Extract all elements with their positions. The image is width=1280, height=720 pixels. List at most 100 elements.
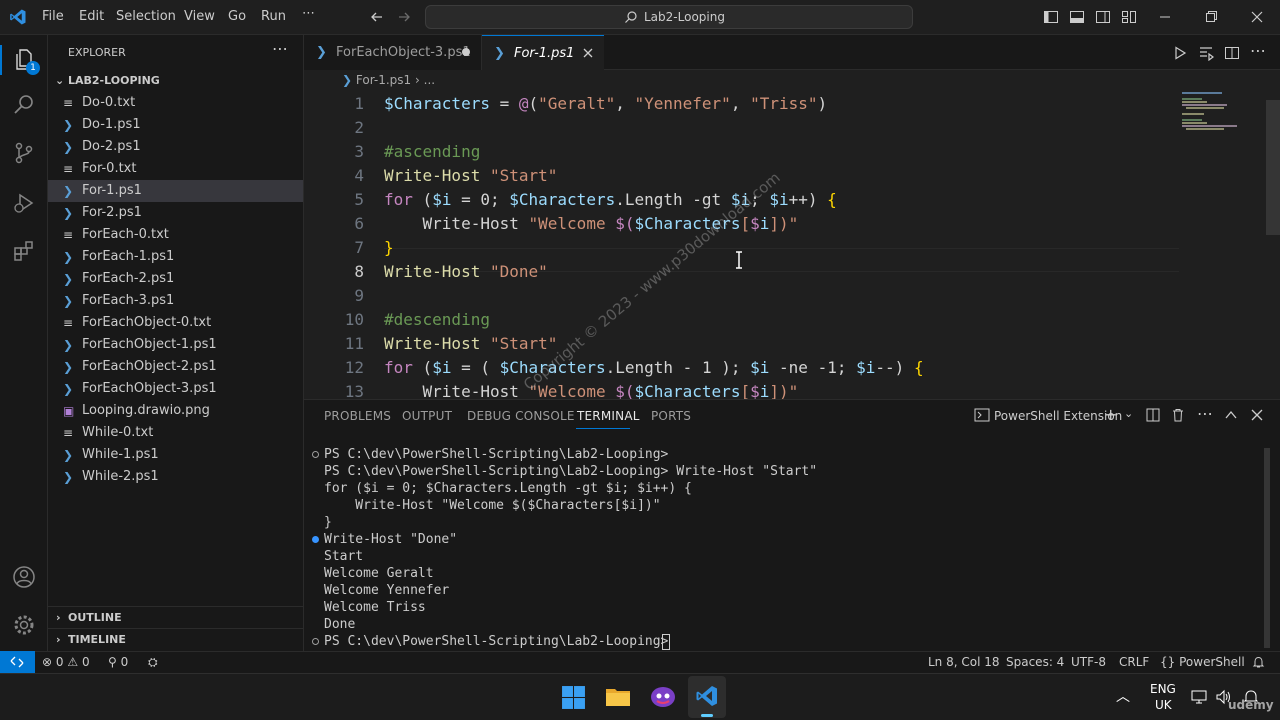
run-debug-icon[interactable] (12, 191, 36, 215)
code-line[interactable]: 3 #ascending (304, 140, 1184, 164)
chevron-down-icon[interactable]: ⌄ (1124, 407, 1133, 420)
menu-file[interactable]: File (42, 9, 64, 24)
file-item[interactable]: ≡ Do-0.txt (48, 92, 303, 114)
file-item[interactable]: ≡ While-0.txt (48, 422, 303, 444)
settings-gear-icon[interactable] (12, 613, 36, 637)
cursor-position[interactable]: Ln 8, Col 18 (928, 655, 1000, 669)
code-line[interactable]: 7} (304, 236, 1184, 260)
run-selection-icon[interactable] (1198, 45, 1214, 61)
file-item[interactable]: ❯ ForEachObject-3.ps1 (48, 378, 303, 400)
customize-layout-icon[interactable] (1120, 8, 1138, 26)
modified-dot-icon[interactable] (462, 48, 470, 56)
file-item[interactable]: ▣ Looping.drawio.png (48, 400, 303, 422)
code-line[interactable]: 13 Write-Host "Welcome $($Characters[$i]… (304, 380, 1184, 399)
explorer-more-icon[interactable]: ⋯ (272, 39, 288, 58)
code-editor[interactable]: ❯ For-1.ps1 › ... 1 $Characters = @("Gera… (304, 70, 1280, 399)
new-terminal-plus-icon[interactable]: + (1104, 405, 1117, 424)
file-item[interactable]: ❯ Do-2.ps1 (48, 136, 303, 158)
ports-forwarded[interactable]: ⚲ 0 (108, 655, 128, 669)
file-item[interactable]: ❯ ForEach-1.ps1 (48, 246, 303, 268)
language-top[interactable]: ENG (1150, 682, 1176, 696)
menu-edit[interactable]: Edit (79, 9, 104, 24)
code-line[interactable]: 4 Write-Host "Start" (304, 164, 1184, 188)
line-ending[interactable]: CRLF (1119, 655, 1149, 669)
trash-icon[interactable] (1171, 408, 1185, 422)
file-item[interactable]: ❯ ForEach-2.ps1 (48, 268, 303, 290)
file-item[interactable]: ❯ ForEach-3.ps1 (48, 290, 303, 312)
breadcrumb-rest[interactable]: ... (424, 73, 435, 87)
tab-debug-console[interactable]: DEBUG CONSOLE (467, 409, 575, 423)
close-tab-icon[interactable] (582, 47, 594, 59)
close-panel-icon[interactable] (1250, 408, 1264, 422)
panel-more-icon[interactable]: ⋯ (1197, 404, 1213, 423)
maximize-panel-icon[interactable] (1224, 408, 1238, 422)
debug-icon[interactable]: ⛭ (148, 655, 158, 670)
show-hidden-icons-icon[interactable]: ︿ (1116, 686, 1130, 706)
editor-scrollbar[interactable] (1266, 100, 1280, 235)
menu-view[interactable]: View (184, 9, 215, 24)
tab-foreachobject-3[interactable]: ❯ ForEachObject-3.ps1 (304, 35, 482, 70)
language-mode[interactable]: {} PowerShell (1160, 655, 1245, 669)
close-window-icon[interactable] (1248, 8, 1266, 26)
search-icon[interactable] (12, 93, 36, 117)
tab-for-1[interactable]: ❯ For-1.ps1 (482, 35, 604, 70)
code-line[interactable]: 9 (304, 284, 1184, 308)
restore-icon[interactable] (1202, 8, 1220, 26)
command-decoration-icon[interactable] (312, 451, 319, 458)
accounts-icon[interactable] (12, 565, 36, 589)
file-item[interactable]: ❯ For-2.ps1 (48, 202, 303, 224)
code-line[interactable]: 1 $Characters = @("Geralt", "Yennefer", "… (304, 92, 1184, 116)
timeline-section[interactable]: › TIMELINE (48, 628, 303, 650)
windows-start-icon[interactable] (561, 685, 586, 710)
tab-ports[interactable]: PORTS (651, 409, 691, 423)
breadcrumb-file[interactable]: For-1.ps1 (356, 73, 411, 87)
app-mask-icon[interactable] (650, 685, 676, 709)
split-editor-icon[interactable] (1224, 45, 1240, 61)
run-file-icon[interactable] (1172, 45, 1188, 61)
code-line[interactable]: 11 Write-Host "Start" (304, 332, 1184, 356)
folder-header[interactable]: ⌄ LAB2-LOOPING (48, 70, 303, 92)
menu-go[interactable]: Go (228, 9, 246, 24)
network-icon[interactable] (1190, 689, 1208, 705)
code-line[interactable]: 8 Write-Host "Done" (304, 260, 1184, 284)
vscode-taskbar-button[interactable] (688, 676, 726, 718)
menu-more[interactable]: ⋯ (302, 6, 315, 21)
code-line[interactable]: 12 for ($i = ( $Characters.Length - 1 ); … (304, 356, 1184, 380)
command-decoration-icon[interactable] (312, 638, 319, 645)
toggle-primary-sidebar-icon[interactable] (1042, 8, 1060, 26)
code-line[interactable]: 6 Write-Host "Welcome $($Characters[$i])… (304, 212, 1184, 236)
file-item[interactable]: ❯ ForEachObject-2.ps1 (48, 356, 303, 378)
file-item[interactable]: ≡ ForEach-0.txt (48, 224, 303, 246)
command-decoration-icon[interactable] (312, 536, 319, 543)
toggle-panel-icon[interactable] (1068, 8, 1086, 26)
bell-icon[interactable] (1252, 656, 1265, 669)
file-item[interactable]: ≡ For-0.txt (48, 158, 303, 180)
back-arrow-icon[interactable] (368, 8, 386, 26)
tab-problems[interactable]: PROBLEMS (324, 409, 391, 423)
indentation[interactable]: Spaces: 4 (1006, 655, 1064, 669)
forward-arrow-icon[interactable] (395, 8, 413, 26)
tab-terminal[interactable]: TERMINAL (577, 409, 640, 423)
command-center-search[interactable]: Lab2-Looping (425, 5, 913, 29)
language-bottom[interactable]: UK (1155, 698, 1172, 712)
code-line[interactable]: 10 #descending (304, 308, 1184, 332)
file-item[interactable]: ❯ Do-1.ps1 (48, 114, 303, 136)
file-item[interactable]: ≡ ForEachObject-0.txt (48, 312, 303, 334)
editor-more-icon[interactable]: ⋯ (1250, 41, 1266, 60)
source-control-icon[interactable] (12, 141, 36, 165)
file-item[interactable]: ❯ While-2.ps1 (48, 466, 303, 488)
extensions-icon[interactable] (12, 239, 36, 263)
file-item[interactable]: ❯ For-1.ps1 (48, 180, 303, 202)
minimap[interactable] (1180, 92, 1260, 132)
terminal-scrollbar[interactable] (1264, 448, 1270, 648)
menu-selection[interactable]: Selection (116, 9, 176, 24)
remote-indicator[interactable] (0, 651, 35, 673)
file-item[interactable]: ❯ ForEachObject-1.ps1 (48, 334, 303, 356)
file-explorer-icon[interactable] (605, 685, 631, 709)
errors-warnings[interactable]: ⊗ 0 ⚠ 0 (42, 655, 90, 669)
toggle-secondary-sidebar-icon[interactable] (1094, 8, 1112, 26)
encoding[interactable]: UTF-8 (1071, 655, 1106, 669)
outline-section[interactable]: › OUTLINE (48, 606, 303, 628)
file-item[interactable]: ❯ While-1.ps1 (48, 444, 303, 466)
split-terminal-icon[interactable] (1146, 408, 1160, 422)
